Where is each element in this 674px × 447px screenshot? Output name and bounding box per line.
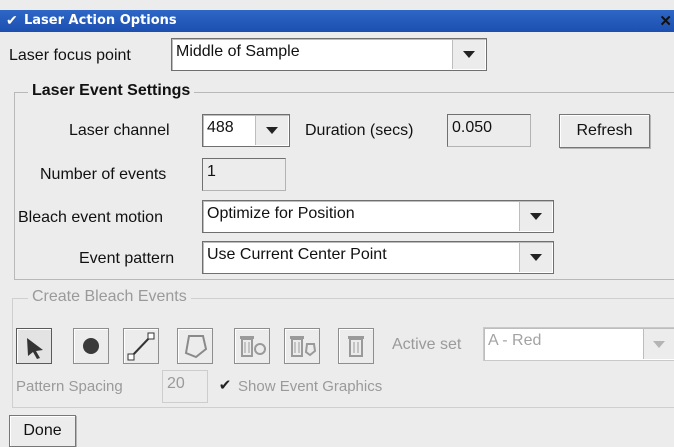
chevron-down-icon[interactable] — [643, 329, 674, 359]
bleach-event-motion-select[interactable]: Optimize for Position — [202, 200, 554, 233]
chevron-down-icon[interactable]: ✔ — [6, 12, 18, 29]
window-title: Laser Action Options — [24, 13, 177, 28]
number-of-events-label: Number of events — [40, 166, 167, 183]
laser-event-settings-title: Laser Event Settings — [28, 82, 195, 100]
laser-channel-label: Laser channel — [69, 122, 170, 139]
refresh-button[interactable]: Refresh — [559, 114, 650, 148]
number-of-events-field[interactable]: 1 — [202, 158, 286, 191]
duration-label: Duration (secs) — [305, 122, 414, 139]
event-pattern-select[interactable]: Use Current Center Point — [202, 241, 554, 274]
line-tool-button[interactable] — [123, 328, 159, 364]
laser-channel-value: 488 — [207, 119, 234, 136]
delete-point-button[interactable] — [234, 328, 270, 364]
laser-channel-select[interactable]: 488 — [202, 114, 290, 147]
focus-select[interactable]: Middle of Sample — [171, 38, 487, 71]
delete-all-icon — [348, 336, 364, 357]
show-event-graphics-checkbox[interactable]: ✔ — [218, 378, 232, 393]
active-set-label: Active set — [392, 336, 462, 353]
line-tool-icon — [127, 332, 155, 361]
duration-field[interactable]: 0.050 — [447, 114, 531, 147]
focus-label: Laser focus point — [9, 47, 131, 64]
title-bar[interactable]: ✔ Laser Action Options ✕ — [0, 10, 674, 32]
done-button-label: Done — [23, 422, 62, 439]
chevron-down-icon[interactable] — [519, 243, 552, 272]
duration-value: 0.050 — [452, 119, 493, 136]
polygon-tool-button[interactable] — [177, 328, 213, 364]
done-button[interactable]: Done — [9, 415, 76, 447]
pattern-spacing-label: Pattern Spacing — [16, 378, 123, 395]
close-icon[interactable]: ✕ — [659, 12, 672, 30]
delete-point-icon — [240, 336, 266, 357]
bleach-event-motion-value: Optimize for Position — [207, 205, 355, 222]
delete-all-button[interactable] — [338, 328, 374, 364]
bleach-event-motion-label: Bleach event motion — [18, 209, 163, 226]
event-pattern-label: Event pattern — [79, 250, 175, 267]
active-set-select[interactable]: A - Red — [483, 327, 674, 361]
create-bleach-events-title: Create Bleach Events — [28, 288, 191, 306]
chevron-down-icon[interactable] — [519, 202, 552, 231]
number-of-events-value: 1 — [207, 163, 216, 180]
polygon-tool-icon — [184, 335, 208, 359]
laser-action-options-window: ✔ Laser Action Options ✕ Laser focus poi… — [0, 0, 674, 447]
chevron-down-icon[interactable] — [452, 40, 485, 69]
active-set-value: A - Red — [488, 332, 542, 349]
point-tool-icon — [83, 338, 99, 354]
show-event-graphics-label: Show Event Graphics — [238, 378, 383, 395]
refresh-button-label: Refresh — [576, 122, 633, 139]
point-tool-button[interactable] — [73, 328, 109, 364]
chevron-down-icon[interactable] — [255, 116, 288, 145]
pointer-tool-button[interactable] — [16, 328, 52, 364]
pointer-tool-icon — [27, 338, 43, 359]
delete-shape-icon — [290, 336, 317, 357]
delete-shape-button[interactable] — [284, 328, 320, 364]
pattern-spacing-field[interactable]: 20 — [162, 370, 208, 403]
focus-select-value: Middle of Sample — [176, 43, 300, 60]
event-pattern-value: Use Current Center Point — [207, 246, 387, 263]
pattern-spacing-value: 20 — [167, 375, 185, 392]
